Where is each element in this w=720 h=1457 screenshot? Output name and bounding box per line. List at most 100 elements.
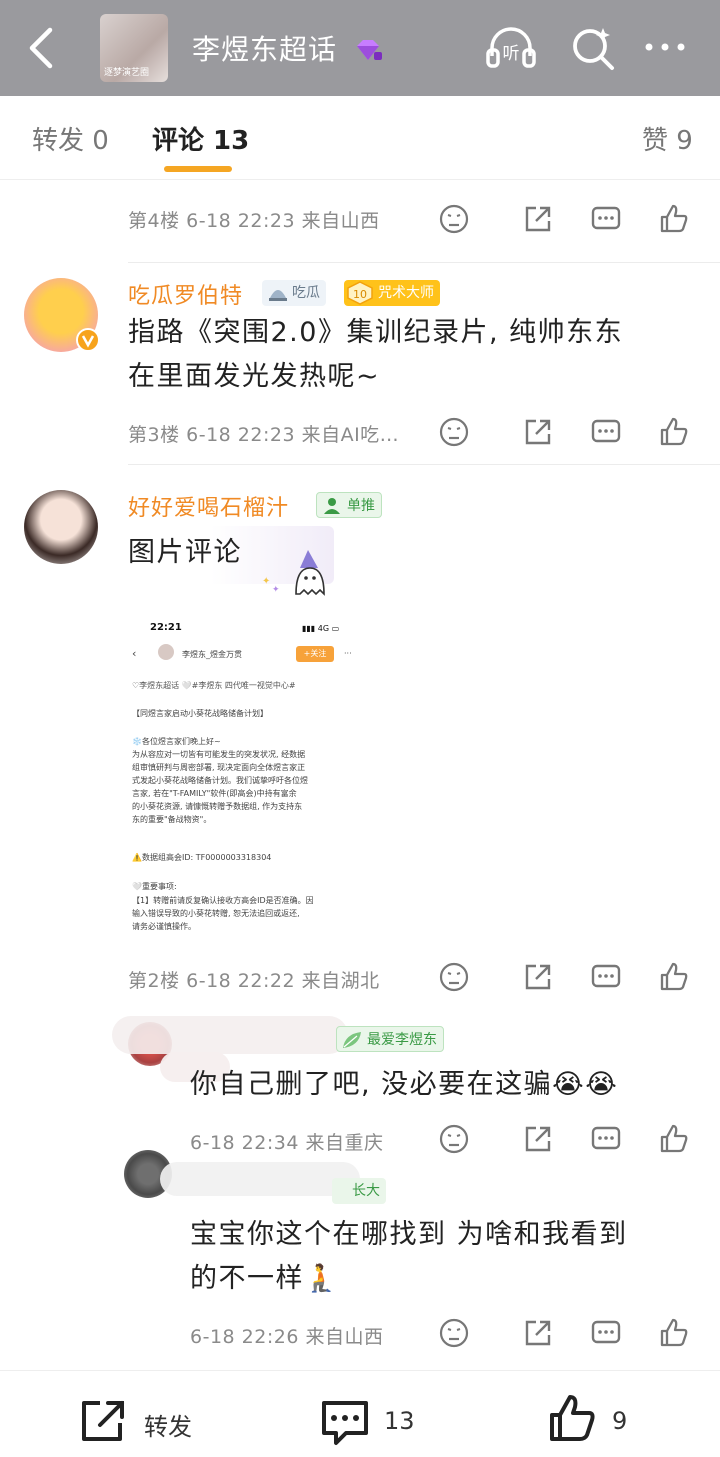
- share-icon[interactable]: [522, 1317, 554, 1349]
- title-badge[interactable]: 10 咒术大师: [344, 280, 440, 306]
- like-icon[interactable]: [658, 416, 690, 448]
- share-icon[interactable]: [522, 1123, 554, 1155]
- fan-badge-label: 长大: [352, 1183, 380, 1199]
- embedded-follow-button: +关注: [296, 646, 334, 662]
- avatar[interactable]: [24, 490, 98, 564]
- svg-text:✦: ✦: [262, 576, 270, 587]
- like-count: 9: [612, 1407, 628, 1435]
- verified-v-icon: [76, 328, 100, 352]
- blurred-username: [112, 1016, 348, 1054]
- top-bar: 逐梦演艺圈 李煜东超话 听: [0, 0, 720, 96]
- embedded-text: 输入错误导致的小葵花转赠, 恕无法追回或返还,: [132, 909, 300, 918]
- comment-username[interactable]: 好好爱喝石榴汁: [128, 490, 289, 522]
- divider: [128, 262, 720, 263]
- topic-title[interactable]: 李煜东超话: [192, 28, 383, 68]
- share-icon[interactable]: [522, 416, 554, 448]
- blurred-username: [160, 1162, 360, 1196]
- fan-badge[interactable]: 长大: [332, 1178, 386, 1204]
- embedded-account: 李煜东_煜金万贯: [182, 650, 242, 659]
- topic-title-text: 李煜东超话: [192, 33, 338, 66]
- dislike-face-icon[interactable]: [438, 1317, 470, 1349]
- comment-icon: [322, 1401, 368, 1445]
- comment-button[interactable]: 13: [318, 1371, 438, 1457]
- embedded-id-line: ⚠️数据组高会ID: TF0000003318304: [132, 853, 272, 862]
- tab-likes[interactable]: 赞 9: [642, 120, 693, 157]
- embedded-more-icon: ···: [344, 649, 352, 658]
- embedded-headline: 【同煜言家启动小葵花战略储备计划】: [132, 709, 268, 718]
- share-icon[interactable]: [522, 961, 554, 993]
- user-icon: [324, 498, 340, 514]
- embedded-text: 请务必谨慎操作。: [132, 922, 196, 931]
- dislike-face-icon[interactable]: [438, 961, 470, 993]
- comment-count: 13: [384, 1407, 415, 1435]
- repost-icon: [82, 1401, 124, 1441]
- comment-icon[interactable]: [590, 1123, 622, 1155]
- dislike-face-icon[interactable]: [438, 416, 470, 448]
- share-icon[interactable]: [522, 203, 554, 235]
- comment-icon[interactable]: [590, 203, 622, 235]
- fan-badge[interactable]: 单推: [316, 492, 382, 518]
- comment-text: 图片评论: [128, 537, 242, 568]
- topic-cover-image[interactable]: 逐梦演艺圈: [100, 14, 168, 82]
- embedded-tags: ♡李煜东超话 🤍#李煜东 四代唯一视觉中心#: [132, 681, 296, 690]
- tab-comments[interactable]: 评论 13: [152, 120, 249, 157]
- fan-badge-label: 吃瓜: [292, 285, 320, 301]
- like-icon[interactable]: [658, 1317, 690, 1349]
- ghost-witch-sticker-icon: ✦✦: [262, 550, 325, 596]
- cover-caption: 逐梦演艺圈: [104, 68, 150, 78]
- reply-text: 的不一样🧎: [190, 1263, 340, 1294]
- repost-button[interactable]: 转发: [78, 1371, 218, 1457]
- embedded-avatar: [158, 644, 174, 660]
- embedded-note-title: 🤍重要事项:: [132, 882, 177, 891]
- embedded-text: 的小葵花资源, 请慷慨转赠予数据组, 作为支持东: [132, 802, 303, 811]
- active-tab-indicator: [164, 166, 232, 172]
- fan-badge[interactable]: 最爱李煜东: [336, 1026, 444, 1052]
- svg-text:✦: ✦: [272, 585, 280, 595]
- tab-repost[interactable]: 转发 0: [32, 120, 109, 157]
- comment-icon[interactable]: [590, 961, 622, 993]
- like-icon[interactable]: [658, 203, 690, 235]
- comment-meta: 第4楼 6-18 22:23 来自山西: [128, 210, 380, 232]
- embedded-text: 式发起小葵花战略储备计划。我们诚挚呼吁各位煜: [132, 776, 308, 785]
- reply-text: 你自己删了吧, 没必要在这骗😭😭: [190, 1069, 619, 1100]
- embedded-text: 组审慎研判与周密部署, 现决定面向全体煜言家正: [132, 763, 306, 772]
- comment-icon[interactable]: [590, 416, 622, 448]
- comment-text: 指路《突围2.0》集训纪录片, 纯帅东东: [128, 317, 624, 348]
- dislike-face-icon[interactable]: [438, 203, 470, 235]
- fan-badge-label: 单推: [347, 498, 375, 514]
- embedded-status: ▮▮▮ 4G ▭: [302, 624, 340, 633]
- comment-meta: 第2楼 6-18 22:22 来自湖北: [128, 970, 380, 992]
- comment-text: 在里面发光发热呢~: [128, 361, 381, 392]
- melon-icon: [269, 290, 287, 301]
- like-button[interactable]: 9: [546, 1371, 646, 1457]
- back-arrow-icon[interactable]: [22, 24, 62, 72]
- embedded-text: ❄️各位煜言家们晚上好~: [132, 737, 221, 746]
- svg-text:10: 10: [353, 288, 367, 301]
- diamond-gem-icon: [356, 40, 382, 60]
- repost-label: 转发: [144, 1413, 192, 1441]
- reply-text: 宝宝你这个在哪找到 为啥和我看到: [190, 1219, 628, 1250]
- comment-username[interactable]: 吃瓜罗伯特: [128, 278, 243, 310]
- reply-meta: 6-18 22:34 来自重庆: [190, 1132, 384, 1154]
- like-icon[interactable]: [658, 961, 690, 993]
- like-icon[interactable]: [658, 1123, 690, 1155]
- fan-badge-label: 最爱李煜东: [367, 1032, 437, 1048]
- comment-meta: 第3楼 6-18 22:23 来自AI吃…: [128, 424, 400, 446]
- comment-icon[interactable]: [590, 1317, 622, 1349]
- reply-meta: 6-18 22:26 来自山西: [190, 1326, 384, 1348]
- more-icon[interactable]: [640, 22, 694, 74]
- like-icon: [550, 1395, 595, 1441]
- title-badge-label: 咒术大师: [378, 285, 434, 301]
- embedded-text: 【1】转赠前请反复确认接收方高会ID是否准确。因: [132, 896, 314, 905]
- comment-image[interactable]: 22:21 ▮▮▮ 4G ▭ ‹ 李煜东_煜金万贯 +关注 ··· ♡李煜东超话…: [128, 610, 370, 950]
- embedded-time: 22:21: [150, 622, 182, 633]
- fan-badge[interactable]: 吃瓜: [262, 280, 326, 306]
- search-icon[interactable]: [566, 22, 620, 74]
- dislike-face-icon[interactable]: [438, 1123, 470, 1155]
- tab-bar: 转发 0 评论 13 赞 9: [0, 96, 720, 180]
- listen-headphones-icon[interactable]: 听: [484, 22, 538, 74]
- embedded-text: 言家, 若在"T-FAMILY"软件(即高会)中持有富余: [132, 789, 297, 798]
- level-badge-icon: 10: [347, 281, 373, 305]
- bottom-action-bar: 转发 13 9: [0, 1370, 720, 1457]
- embedded-text: 东的重要"备战物资"。: [132, 815, 212, 824]
